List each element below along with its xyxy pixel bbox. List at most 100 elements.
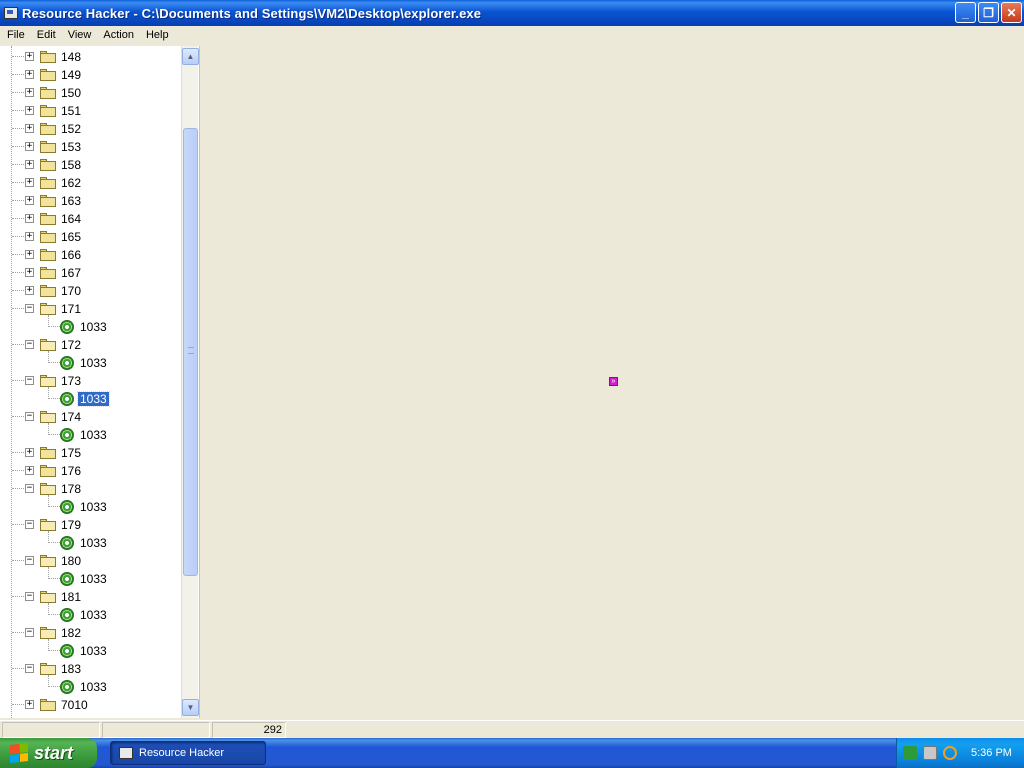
tree-node-label[interactable]: 149 (59, 68, 83, 82)
expand-icon[interactable]: + (25, 232, 34, 241)
tree-node-child[interactable]: 1033 (0, 603, 180, 624)
collapse-icon[interactable]: − (25, 376, 34, 385)
search-icon[interactable] (943, 746, 957, 760)
expand-icon[interactable]: + (25, 250, 34, 259)
expand-icon[interactable]: + (25, 196, 34, 205)
tree-node-label[interactable]: 165 (59, 230, 83, 244)
tree-node[interactable]: − 173 (0, 372, 180, 390)
collapse-icon[interactable]: − (25, 484, 34, 493)
tree-node-child[interactable]: 1033 (0, 531, 180, 552)
tree-node[interactable]: +164 (0, 210, 180, 228)
tree-node-child[interactable]: 1033 (0, 351, 180, 372)
tree-node[interactable]: +176 (0, 462, 180, 480)
tree-node-label[interactable]: 1033 (78, 608, 109, 622)
tree-node-label[interactable]: 1033 (78, 680, 109, 694)
maximize-button[interactable]: ❐ (978, 2, 999, 23)
tree-node-label[interactable]: 170 (59, 284, 83, 298)
resource-marker-icon[interactable]: » (609, 377, 618, 386)
tree-node-label[interactable]: 1033 (78, 536, 109, 550)
tree-node[interactable]: +170 (0, 282, 180, 300)
tree-node-label[interactable]: 1033 (78, 644, 109, 658)
tree-node-label[interactable]: 164 (59, 212, 83, 226)
tree-node-label[interactable]: 175 (59, 446, 83, 460)
tree-node-label[interactable]: 150 (59, 86, 83, 100)
tree-node[interactable]: +150 (0, 84, 180, 102)
menu-view[interactable]: View (62, 26, 98, 45)
tree-node[interactable]: +152 (0, 120, 180, 138)
tree-node[interactable]: +151 (0, 102, 180, 120)
tree-node-label[interactable]: 173 (59, 374, 83, 388)
tree-node-label[interactable]: 182 (59, 626, 83, 640)
tree-node-child[interactable]: 1033 (0, 495, 180, 516)
tree-node-label[interactable]: 162 (59, 176, 83, 190)
tree-node-label[interactable]: 1033 (78, 500, 109, 514)
tree-node[interactable]: +165 (0, 228, 180, 246)
expand-icon[interactable]: + (25, 124, 34, 133)
clock[interactable]: 5:36 PM (971, 747, 1012, 759)
collapse-icon[interactable]: − (25, 556, 34, 565)
expand-icon[interactable]: + (25, 448, 34, 457)
expand-icon[interactable]: + (25, 52, 34, 61)
tree-node[interactable]: − 171 (0, 300, 180, 318)
collapse-icon[interactable]: − (25, 412, 34, 421)
collapse-icon[interactable]: − (25, 304, 34, 313)
tree-node-label[interactable]: 7010 (59, 698, 90, 712)
tree-node-label-selected[interactable]: 1033 (77, 391, 110, 407)
expand-icon[interactable]: + (25, 268, 34, 277)
tree-node-label[interactable]: 180 (59, 554, 83, 568)
tree-node-label[interactable]: 1033 (78, 356, 109, 370)
minimize-button[interactable]: _ (955, 2, 976, 23)
resource-view-pane[interactable]: » (202, 46, 1024, 718)
menu-help[interactable]: Help (140, 26, 175, 45)
menu-action[interactable]: Action (97, 26, 140, 45)
menu-file[interactable]: File (1, 26, 31, 45)
network-icon[interactable] (903, 746, 917, 760)
tree-node-child[interactable]: 1033 (0, 315, 180, 336)
tree-node[interactable]: − 180 (0, 552, 180, 570)
start-button[interactable]: start (0, 738, 97, 768)
tree-node-child[interactable]: 1033 (0, 423, 180, 444)
tree-node[interactable]: − 179 (0, 516, 180, 534)
expand-icon[interactable]: + (25, 466, 34, 475)
expand-icon[interactable]: + (25, 214, 34, 223)
taskbar-item-resource-hacker[interactable]: Resource Hacker (110, 741, 266, 765)
tree-node[interactable]: − 178 (0, 480, 180, 498)
collapse-icon[interactable]: − (25, 520, 34, 529)
tree-node-label[interactable]: 183 (59, 662, 83, 676)
tree-node[interactable]: +148 (0, 48, 180, 66)
tree-node[interactable]: − 172 (0, 336, 180, 354)
tree-node[interactable]: − 182 (0, 624, 180, 642)
expand-icon[interactable]: + (25, 142, 34, 151)
tree-node[interactable]: − 174 (0, 408, 180, 426)
tree-node-label[interactable]: 163 (59, 194, 83, 208)
tree-node[interactable]: +166 (0, 246, 180, 264)
tree-node[interactable]: − 183 (0, 660, 180, 678)
tree-node-child[interactable]: 1033 (0, 567, 180, 588)
tree-node-label[interactable]: 171 (59, 302, 83, 316)
tree-node-label[interactable]: 1033 (78, 428, 109, 442)
app-icon[interactable] (4, 7, 18, 19)
tree-node[interactable]: +163 (0, 192, 180, 210)
resource-tree[interactable]: +148 +149 +150 +151 +152 +153 +158 +162 +163 +164… (0, 46, 200, 718)
collapse-icon[interactable]: − (25, 628, 34, 637)
tree-node-label[interactable]: 1033 (78, 572, 109, 586)
collapse-icon[interactable]: − (25, 664, 34, 673)
tree-node[interactable]: +7010 (0, 696, 180, 714)
tree-node[interactable]: +149 (0, 66, 180, 84)
expand-icon[interactable]: + (25, 160, 34, 169)
tree-node-child[interactable]: 1033 (0, 387, 180, 408)
tree-node-label[interactable]: 172 (59, 338, 83, 352)
tree-node[interactable]: +167 (0, 264, 180, 282)
expand-icon[interactable]: + (25, 88, 34, 97)
expand-icon[interactable]: + (25, 106, 34, 115)
tree-node[interactable]: +175 (0, 444, 180, 462)
tree-node[interactable]: +158 (0, 156, 180, 174)
tools-icon[interactable] (923, 746, 937, 760)
close-button[interactable]: ✕ (1001, 2, 1022, 23)
scroll-up-button[interactable]: ▲ (182, 48, 199, 65)
tree-node-child[interactable]: 1033 (0, 675, 180, 696)
tree-node-label[interactable]: 148 (59, 50, 83, 64)
scroll-down-button[interactable]: ▼ (182, 699, 199, 716)
tree-scrollbar[interactable]: ▲ ▼ (181, 46, 199, 718)
tree-node-label[interactable]: 158 (59, 158, 83, 172)
